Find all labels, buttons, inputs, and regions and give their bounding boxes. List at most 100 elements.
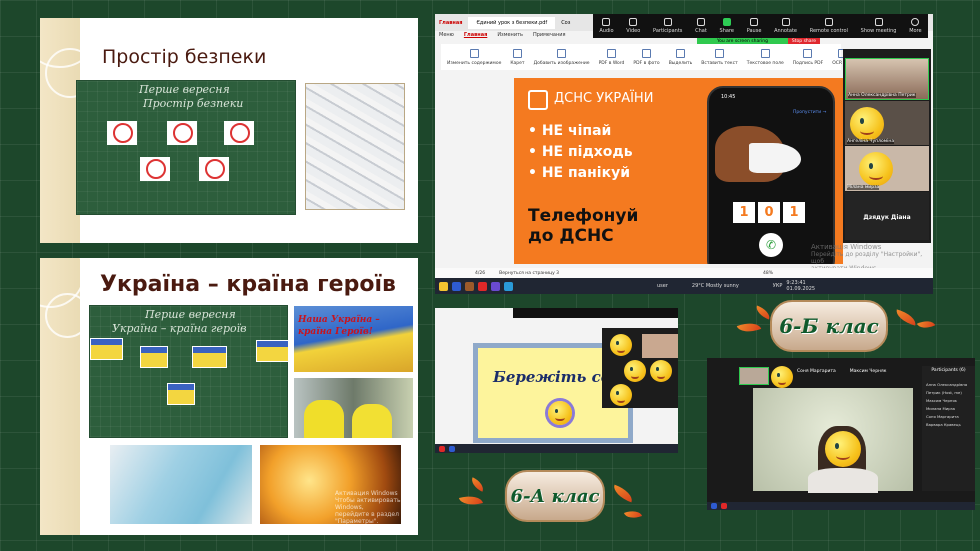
phone-illustration: 10:45 Пропустити → 1 0 1 ✆ [707, 86, 835, 264]
explorer-icon[interactable] [439, 281, 448, 291]
share-button[interactable]: Share [720, 18, 734, 34]
tab-pdf[interactable]: Єдиний урок з безпеки.pdf [468, 16, 556, 29]
ribbon-pdf-to-photo[interactable]: PDF в фото [633, 48, 660, 66]
emergency-number: 1 0 1 [733, 202, 805, 223]
participant-tile: Мілана мирза [845, 146, 929, 191]
hero-poster [192, 346, 227, 368]
tab-home[interactable]: Главная [439, 20, 462, 26]
ribbon-add-image[interactable]: Добавить изображение [534, 48, 590, 66]
slide-heading: Бережіть се [493, 368, 611, 386]
worksheets-photo [305, 83, 405, 210]
autumn-leaf [468, 477, 487, 492]
chat-button[interactable]: Chat [695, 18, 707, 34]
windows-taskbar [435, 444, 678, 453]
ribbon-caret[interactable]: Карет [510, 48, 525, 66]
autumn-leaf [736, 318, 762, 337]
class-6b-label: 6-Б клас [770, 300, 888, 352]
pdf-app-icon[interactable] [478, 281, 487, 291]
autumn-leaf [753, 305, 773, 320]
activation-watermark: Активация Windows Чтобы активировать Wind… [335, 490, 401, 525]
ribbon-highlight[interactable]: Выделить [669, 48, 692, 66]
class-6a-screenshot: Бережіть се [435, 308, 678, 453]
pdf-ribbon: Изменить содержимое Карет Добавить изобр… [441, 44, 895, 70]
taskbar-weather[interactable]: 29°C Mostly sunny [692, 283, 739, 289]
autumn-leaf [623, 507, 643, 522]
taskbar-language[interactable]: УКР [773, 283, 783, 289]
pdf-status-bar: 4/26 Вернуться на страницу 3 48% [435, 268, 933, 278]
zoom-toolbar: Audio Video Participants Chat Share Paus… [593, 14, 928, 38]
slide-safety-space: Простір безпеки Перше вересня Простір бе… [40, 18, 418, 243]
participant-tile [739, 367, 769, 385]
ribbon-edit-content[interactable]: Изменить содержимое [447, 48, 501, 66]
tab-new[interactable]: Соз [561, 20, 570, 26]
hero-poster [90, 338, 123, 360]
autumn-leaf [916, 317, 936, 332]
dsns-slide: ДСНС УКРАЇНИ • НЕ чіпай • НЕ підходь • Н… [514, 78, 843, 264]
menu-edit[interactable]: Изменить [497, 32, 523, 38]
remote-control-button[interactable]: Remote control [810, 18, 848, 34]
participants-list: Анна Олександрівна Петрик (Host, me) Макс… [926, 382, 968, 427]
autumn-leaf [610, 484, 636, 503]
more-button[interactable]: More [909, 18, 922, 34]
class-6b-screenshot: Соня Маргарита Максим Черняк Participants… [707, 358, 975, 510]
app-menu: Меню Главная Изменить Примечания [439, 32, 566, 38]
firefighters-photo: Активация Windows Чтобы активировать Wind… [260, 445, 401, 525]
decor-ring [45, 293, 90, 338]
winrar-icon[interactable] [465, 281, 474, 291]
zoom-toolbar [513, 308, 678, 318]
slide-title: Простір безпеки [102, 46, 267, 68]
ribbon-pdf-to-word[interactable]: PDF в Word [599, 48, 624, 66]
ribbon-insert-text[interactable]: Вставить текст [701, 48, 738, 66]
zoom-app-icon[interactable] [452, 281, 461, 291]
audio-button[interactable]: Audio [599, 18, 614, 34]
ribbon-text-field[interactable]: Текстовое поле [747, 48, 784, 66]
taskbar-clock[interactable]: 9:23:41 01.09.2025 [786, 280, 815, 292]
windows-taskbar: user 29°C Mostly sunny УКР 9:23:41 01.09.… [435, 278, 933, 294]
class-6a-label: 6-А клас [505, 470, 605, 522]
call-dsns-text: Телефонуй до ДСНС [528, 206, 639, 246]
menu-home[interactable]: Главная [464, 32, 487, 38]
participants-panel: Participants (6) Анна Олександрівна Петр… [922, 366, 975, 491]
volunteers-photo [294, 378, 413, 438]
back-to-page-link[interactable]: Вернуться на страницу 3 [499, 271, 559, 276]
main-video [753, 388, 913, 493]
participant-tile: Анна Олександрівна Петрик [845, 58, 929, 100]
dsns-emblem-icon [528, 90, 548, 110]
autumn-leaf [893, 309, 919, 326]
hero-poster [140, 346, 168, 368]
autumn-leaf [458, 492, 484, 509]
chalkboard-photo: Перше вересня Україна – країна героїв [89, 305, 289, 438]
annotate-button[interactable]: Annotate [774, 18, 797, 34]
page-indicator[interactable]: 4/26 [475, 271, 485, 276]
chalkboard-photo: Перше вересня Простір безпеки [76, 80, 296, 215]
menu-button[interactable]: Меню [439, 32, 454, 38]
hero-poster [256, 340, 289, 362]
chalk-text: Простір безпеки [143, 97, 244, 110]
chalk-text: Україна – країна героїв [112, 322, 247, 335]
skip-link[interactable]: Пропустити → [793, 110, 826, 115]
phone-time: 10:45 [721, 94, 736, 100]
menu-notes[interactable]: Примечания [533, 32, 566, 38]
ribbon-sign-pdf[interactable]: Подпись PDF [793, 48, 823, 66]
flag-caption: Наша Україна – країна Героїв! [298, 315, 380, 337]
hero-poster [167, 383, 195, 405]
video-button[interactable]: Video [626, 18, 640, 34]
safety-rules: • НЕ чіпай • НЕ підходь • НЕ панікуй [528, 123, 633, 181]
viber-icon[interactable] [491, 281, 500, 291]
prohibition-sign [107, 121, 137, 145]
prohibition-sign [199, 157, 229, 181]
chalk-text: Перше вересня [139, 83, 230, 96]
slide-title: Україна – країна героїв [100, 272, 396, 297]
ukraine-flag-image: Наша Україна – країна Героїв! [294, 306, 413, 372]
telegram-icon[interactable] [504, 281, 513, 291]
show-meeting-button[interactable]: Show meeting [861, 18, 896, 34]
participants-button[interactable]: Participants [653, 18, 682, 34]
taskbar-user[interactable]: user [657, 283, 668, 289]
pause-button[interactable]: Pause [747, 18, 761, 34]
zoom-level[interactable]: 48% [763, 271, 773, 276]
slide-ukraine-heroes: Україна – країна героїв Перше вересня Ук… [40, 258, 418, 535]
zoom-video-panel: Анна Олександрівна Петрик Ангеліна Чупло… [843, 49, 931, 243]
zoom-video-grid [602, 328, 678, 408]
dsns-brand: ДСНС УКРАЇНИ [554, 91, 654, 106]
chalk-text: Перше вересня [145, 308, 236, 321]
